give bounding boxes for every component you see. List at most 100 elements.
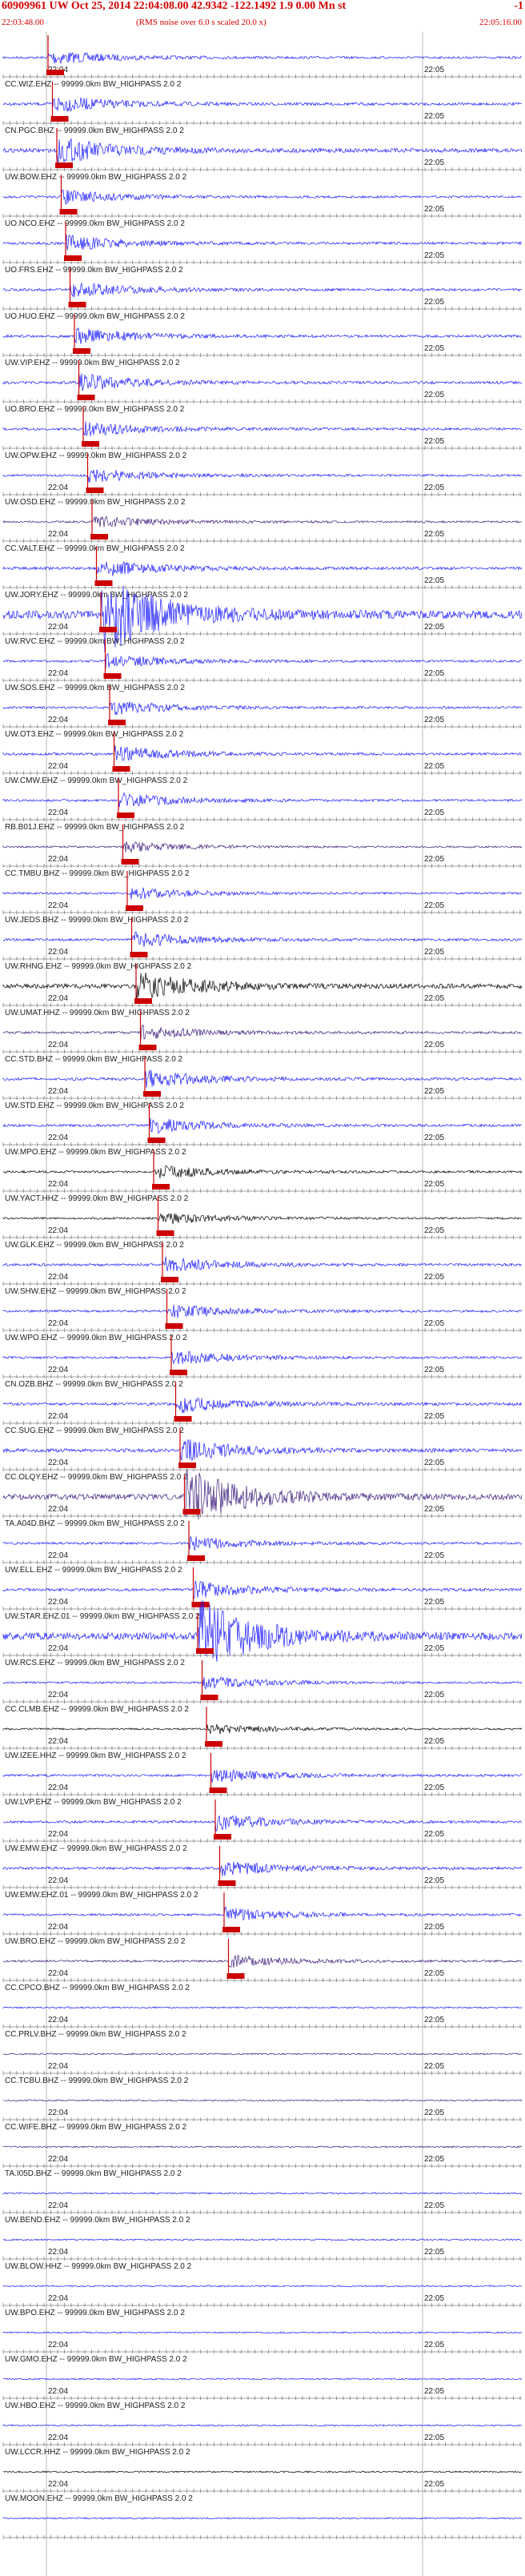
minute-label: 22:05: [424, 1134, 444, 1142]
minute-label: 22:04: [48, 530, 68, 539]
minute-label: 22:05: [424, 994, 444, 1003]
minute-label: 22:05: [424, 1923, 444, 1932]
minute-label: 22:05: [424, 1737, 444, 1746]
minute-label: 22:05: [424, 251, 444, 260]
trace-label: UW.RVC.EHZ -- 99999.0km BW_HIGHPASS 2.0 …: [5, 637, 185, 646]
minute-label: 22:04: [48, 1459, 68, 1467]
minute-label: 22:05: [424, 1412, 444, 1421]
waveform: [2, 2470, 523, 2474]
phase-pick-marker: [222, 1927, 240, 1932]
trace-label: CC.OLQY.EHZ -- 99999.0km BW_HIGHPASS 2.0…: [5, 1473, 188, 1482]
minute-label: 22:05: [424, 1366, 444, 1374]
waveform: [2, 1213, 523, 1225]
trace-row: UW.OPW.EHZ -- 99999.0km BW_HIGHPASS 2.0 …: [2, 451, 523, 496]
trace-label: UW.JORY.EHZ -- 99999.0km BW_HIGHPASS 2.0…: [5, 591, 188, 600]
waveform: [2, 701, 523, 716]
trace-row: UW.MPO.EHZ -- 99999.0km BW_HIGHPASS 2.0 …: [2, 1148, 523, 1193]
waveform: [2, 792, 523, 808]
waveform: [2, 2006, 523, 2009]
trace-label: UW.STD.EHZ -- 99999.0km BW_HIGHPASS 2.0 …: [5, 1101, 184, 1110]
minute-label: 22:04: [48, 1598, 68, 1607]
waveform: [2, 2424, 523, 2427]
trace-label: CC.TCBU.BHZ -- 99999.0km BW_HIGHPASS 2.0…: [5, 2076, 189, 2085]
minute-label: 22:04: [48, 2155, 68, 2164]
minute-label: 22:05: [424, 1598, 444, 1607]
minute-label: 22:04: [48, 1784, 68, 1792]
phase-pick-marker: [112, 766, 130, 772]
trace-row: UW.STAR.EHZ.01 -- 99999.0km BW_HIGHPASS …: [2, 1600, 523, 1662]
minute-label: 22:05: [424, 2155, 444, 2164]
minute-label: 22:05: [424, 1319, 444, 1328]
trace-row: UW.BOW.EHZ -- 99999.0km BW_HIGHPASS 2.0 …: [2, 173, 523, 218]
trace-label: UW.YACT.HHZ -- 99999.0km BW_HIGHPASS 2.0…: [5, 1194, 189, 1203]
phase-pick-marker: [94, 580, 113, 586]
phase-pick-marker: [64, 255, 82, 261]
trace-label: UW.UMAT.HHZ -- 99999.0km BW_HIGHPASS 2.0…: [5, 1009, 190, 1017]
waveform: [2, 327, 523, 344]
trace-row: UW.GMO.EHZ -- 99999.0km BW_HIGHPASS 2.0 …: [2, 2355, 522, 2400]
trace-label: UW.MOON.EHZ -- 99999.0km BW_HIGHPASS 2.0…: [5, 2494, 193, 2503]
trace-row: UW.LCCR.HHZ -- 99999.0km BW_HIGHPASS 2.0…: [2, 2448, 523, 2493]
minute-label: 22:05: [424, 1830, 444, 1839]
minute-label: 22:04: [48, 1180, 68, 1189]
trace-label: CC.CLMB.EHZ -- 99999.0km BW_HIGHPASS 2.0…: [5, 1705, 189, 1714]
phase-pick-marker: [46, 70, 64, 75]
trace-label: UW.CMW.EHZ -- 99999.0km BW_HIGHPASS 2.0 …: [5, 776, 188, 785]
waveform: [2, 1024, 523, 1040]
trace-label: UW.BPO.EHZ -- 99999.0km BW_HIGHPASS 2.0 …: [5, 2309, 185, 2317]
waveform: [2, 1769, 522, 1783]
minute-label: 22:04: [48, 1087, 68, 1096]
minute-label: 22:05: [424, 298, 444, 307]
trace-row: CC.WIZ.EHZ -- 99999.0km BW_HIGHPASS 2.0 …: [2, 80, 523, 125]
trace-row: UW.EMW.EHZ -- 99999.0km BW_HIGHPASS 2.0 …: [2, 1844, 523, 1889]
waveform: [2, 653, 523, 669]
trace-row: UW.RVC.EHZ -- 99999.0km BW_HIGHPASS 2.0 …: [2, 637, 523, 682]
trace-label: UO.HUO.EHZ -- 99999.0km BW_HIGHPASS 2.0 …: [5, 312, 185, 321]
minute-label: 22:04: [48, 1923, 68, 1932]
trace-row: UW.UMAT.HHZ -- 99999.0km BW_HIGHPASS 2.0…: [2, 1009, 523, 1053]
trace-row: UW.BRO.EHZ -- 99999.0km BW_HIGHPASS 2.0 …: [2, 1937, 523, 1982]
waveform: [2, 1165, 523, 1178]
minute-label: 22:04: [48, 2062, 68, 2071]
minute-label: 22:04: [48, 1876, 68, 1885]
trace-label: UW.OT3.EHZ -- 99999.0km BW_HIGHPASS 2.0 …: [5, 730, 184, 739]
minute-label: 22:04: [48, 2016, 68, 2024]
trace-row: CC.PRLV.BHZ -- 99999.0km BW_HIGHPASS 2.0…: [2, 2030, 523, 2075]
trace-row: UW.HBO.EHZ -- 99999.0km BW_HIGHPASS 2.0 …: [2, 2401, 523, 2446]
phase-pick-marker: [152, 1184, 170, 1190]
trace-row: UW.RCS.EHZ -- 99999.0km BW_HIGHPASS 2.0 …: [2, 1659, 523, 1703]
waveform: [2, 2331, 523, 2334]
minute-label: 22:05: [424, 1180, 444, 1189]
start-time: 22:03:48.00: [2, 18, 44, 27]
trace-row: UO.FRS.EHZ -- 99999.0km BW_HIGHPASS 2.0 …: [2, 266, 523, 311]
waveform: [2, 1069, 523, 1089]
minute-label: 22:04: [48, 2294, 68, 2303]
trace-label: UW.VIP.EHZ -- 99999.0km BW_HIGHPASS 2.0 …: [5, 359, 180, 367]
phase-pick-marker: [126, 905, 143, 911]
trace-label: UW.BRO.EHZ -- 99999.0km BW_HIGHPASS 2.0 …: [5, 1937, 186, 1946]
minute-label: 22:05: [424, 1226, 444, 1235]
minute-label: 22:05: [424, 2062, 444, 2071]
waveform: [2, 1723, 523, 1735]
trace-label: UW.LCCR.HHZ -- 99999.0km BW_HIGHPASS 2.0…: [5, 2448, 190, 2457]
minute-label: 22:04: [48, 1134, 68, 1142]
phase-pick-marker: [161, 1277, 178, 1282]
trace-label: CC.VALT.EHZ -- 99999.0km BW_HIGHPASS 2.0…: [5, 544, 185, 553]
phase-pick-marker: [55, 163, 73, 168]
minute-label: 22:05: [424, 1876, 444, 1885]
trace-label: UW.BEND.EHZ -- 99999.0km BW_HIGHPASS 2.0…: [5, 2216, 190, 2225]
trace-row: UW.RHNG.EHZ -- 99999.0km BW_HIGHPASS 2.0…: [2, 962, 523, 1007]
minute-label: 22:05: [424, 2294, 444, 2303]
waveform: [2, 2238, 523, 2241]
trace-label: UW.RHNG.EHZ -- 99999.0km BW_HIGHPASS 2.0…: [5, 962, 192, 971]
waveform: [2, 2145, 523, 2149]
phase-pick-marker: [73, 348, 90, 354]
minute-label: 22:04: [48, 855, 68, 864]
trace-row: UW.CMW.EHZ -- 99999.0km BW_HIGHPASS 2.0 …: [2, 776, 523, 821]
minute-label: 22:04: [48, 1041, 68, 1049]
phase-pick-marker: [191, 1602, 210, 1607]
waveform: [2, 561, 523, 576]
waveform: [2, 282, 523, 298]
minute-label: 22:04: [48, 1737, 68, 1746]
trace-row: UW.IZEE.HHZ -- 99999.0km BW_HIGHPASS 2.0…: [2, 1751, 522, 1796]
